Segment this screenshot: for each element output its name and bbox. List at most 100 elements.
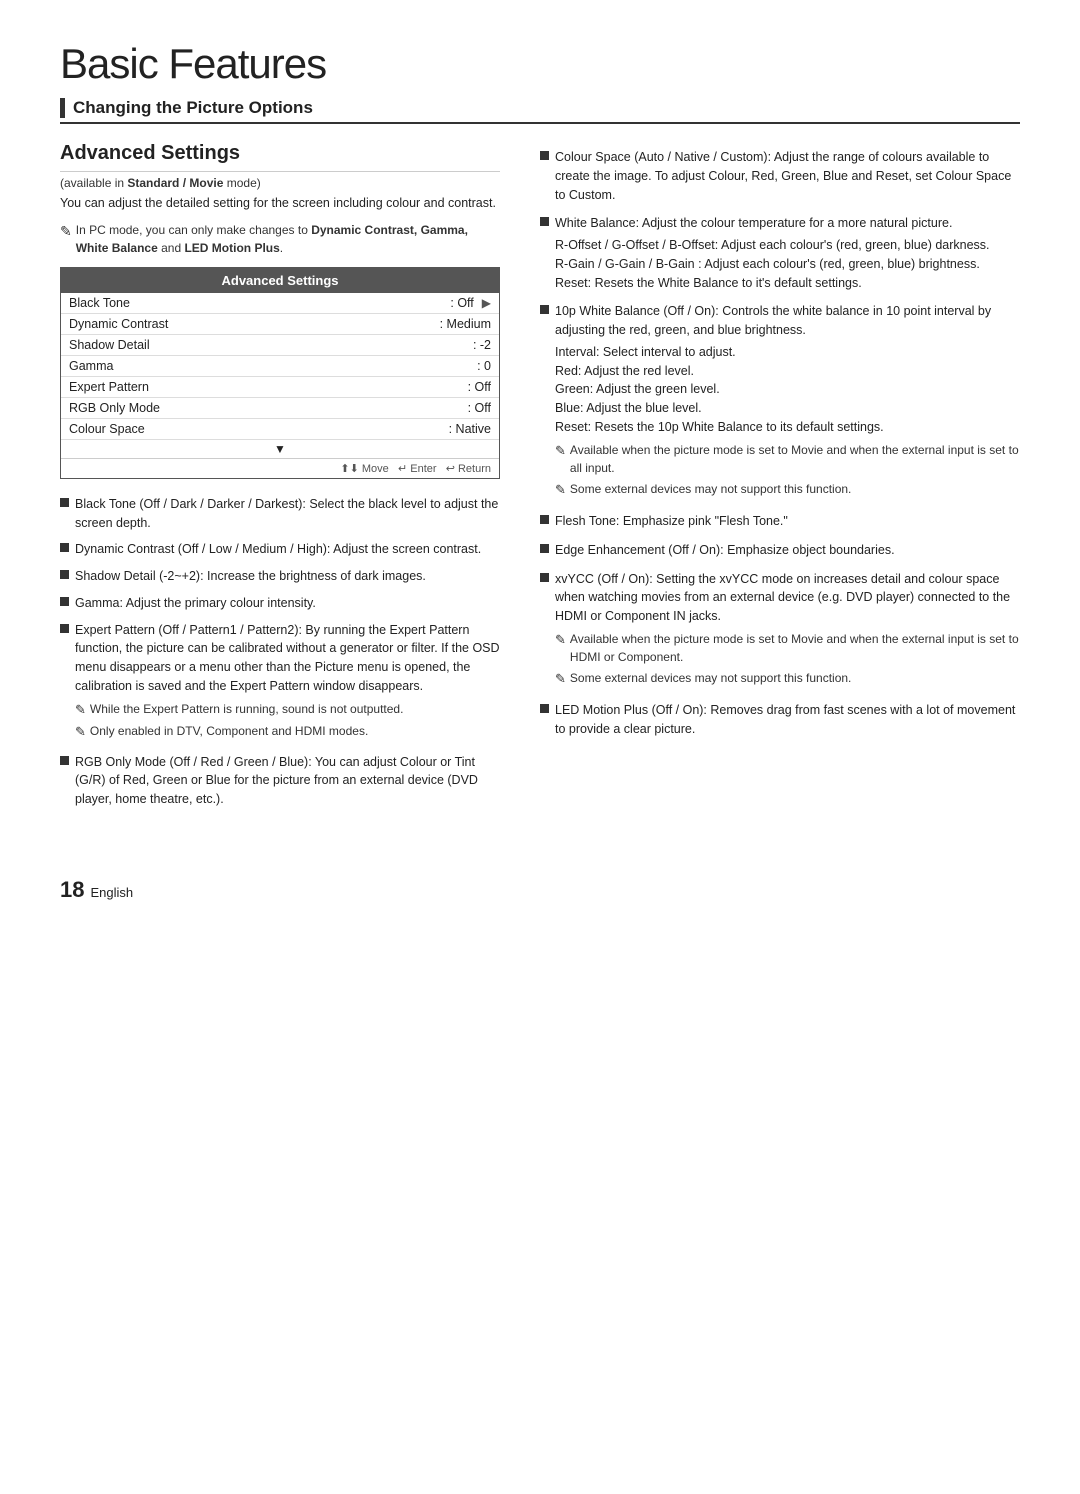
bullet-square (540, 305, 549, 314)
item-text: xvYCC (Off / On): Setting the xvYCC mode… (555, 570, 1020, 692)
list-item: RGB Only Mode (Off / Red / Green / Blue)… (60, 753, 500, 809)
sub-note-text: Available when the picture mode is set t… (570, 630, 1020, 666)
pencil-icon: ✎ (75, 722, 86, 742)
sub-note: ✎ While the Expert Pattern is running, s… (75, 700, 500, 720)
section-header-title: Changing the Picture Options (73, 98, 313, 118)
item-text: Black Tone (Off / Dark / Darker / Darkes… (75, 495, 500, 533)
list-item: White Balance: Adjust the colour tempera… (540, 214, 1020, 292)
row-label: Colour Space (69, 422, 145, 436)
item-text: LED Motion Plus (Off / On): Removes drag… (555, 701, 1020, 739)
list-item: Colour Space (Auto / Native / Custom): A… (540, 148, 1020, 204)
detail-text: Green: Adjust the green level. (555, 380, 1020, 399)
bullet-square (60, 597, 69, 606)
table-row: Shadow Detail : -2 (61, 335, 499, 356)
detail-text: R-Gain / G-Gain / B-Gain : Adjust each c… (555, 255, 1020, 274)
list-item: Shadow Detail (-2~+2): Increase the brig… (60, 567, 500, 586)
bullet-square (60, 756, 69, 765)
item-text: Dynamic Contrast (Off / Low / Medium / H… (75, 540, 500, 559)
intro-text: You can adjust the detailed setting for … (60, 194, 500, 213)
row-value-group: : Off (468, 380, 491, 394)
row-value-group: : -2 (473, 338, 491, 352)
sub-note: ✎ Only enabled in DTV, Component and HDM… (75, 722, 500, 742)
right-column: Colour Space (Auto / Native / Custom): A… (540, 142, 1020, 817)
page-language: English (90, 885, 133, 900)
sub-note-text: Some external devices may not support th… (570, 669, 851, 687)
bullet-square (540, 573, 549, 582)
bullet-square (540, 515, 549, 524)
table-row: Gamma : 0 (61, 356, 499, 377)
pencil-icon: ✎ (60, 221, 72, 242)
pencil-icon: ✎ (555, 669, 566, 689)
item-text: 10p White Balance (Off / On): Controls t… (555, 302, 1020, 502)
row-label: Black Tone (69, 296, 130, 310)
item-text: Gamma: Adjust the primary colour intensi… (75, 594, 500, 613)
row-label: Shadow Detail (69, 338, 150, 352)
row-label: Gamma (69, 359, 113, 373)
detail-text: Interval: Select interval to adjust. (555, 343, 1020, 362)
sub-note-text: Some external devices may not support th… (570, 480, 851, 498)
table-row: RGB Only Mode : Off (61, 398, 499, 419)
scroll-down-arrow: ▼ (61, 440, 499, 458)
row-value-group: : Off ▶ (450, 296, 491, 310)
row-value: : Off (468, 380, 491, 394)
bullet-square (60, 624, 69, 633)
row-value-group: : 0 (477, 359, 491, 373)
row-value-group: : Off (468, 401, 491, 415)
item-text: Shadow Detail (-2~+2): Increase the brig… (75, 567, 500, 586)
row-value: : Medium (440, 317, 491, 331)
item-text: Expert Pattern (Off / Pattern1 / Pattern… (75, 621, 500, 745)
table-row: Black Tone : Off ▶ (61, 293, 499, 314)
page-title: Basic Features (60, 40, 1020, 88)
row-value: : Off (468, 401, 491, 415)
bullet-square (540, 151, 549, 160)
list-item: Flesh Tone: Emphasize pink "Flesh Tone." (540, 512, 1020, 531)
list-item: Expert Pattern (Off / Pattern1 / Pattern… (60, 621, 500, 745)
list-item: xvYCC (Off / On): Setting the xvYCC mode… (540, 570, 1020, 692)
sub-note: ✎ Some external devices may not support … (555, 669, 1020, 689)
sub-note: ✎ Available when the picture mode is set… (555, 630, 1020, 666)
detail-text: Reset: Resets the White Balance to it's … (555, 274, 1020, 293)
detail-text: Blue: Adjust the blue level. (555, 399, 1020, 418)
bullet-square (60, 570, 69, 579)
pencil-icon: ✎ (555, 441, 566, 461)
list-item: Edge Enhancement (Off / On): Emphasize o… (540, 541, 1020, 560)
row-label: Dynamic Contrast (69, 317, 168, 331)
section-header: Changing the Picture Options (60, 98, 1020, 124)
list-item: Dynamic Contrast (Off / Low / Medium / H… (60, 540, 500, 559)
content-area: Advanced Settings (available in Standard… (60, 142, 1020, 817)
bullet-square (540, 544, 549, 553)
row-value-group: : Native (449, 422, 491, 436)
left-column: Advanced Settings (available in Standard… (60, 142, 500, 817)
list-item: Black Tone (Off / Dark / Darker / Darkes… (60, 495, 500, 533)
sub-note: ✎ Available when the picture mode is set… (555, 441, 1020, 477)
item-text: Colour Space (Auto / Native / Custom): A… (555, 148, 1020, 204)
pencil-icon: ✎ (75, 700, 86, 720)
detail-text: Red: Adjust the red level. (555, 362, 1020, 381)
list-item: Gamma: Adjust the primary colour intensi… (60, 594, 500, 613)
bullet-square (540, 217, 549, 226)
left-bullet-list: Black Tone (Off / Dark / Darker / Darkes… (60, 495, 500, 809)
table-row: Colour Space : Native (61, 419, 499, 440)
detail-text: Reset: Resets the 10p White Balance to i… (555, 418, 1020, 437)
pencil-icon: ✎ (555, 480, 566, 500)
row-value: : Off (450, 296, 473, 310)
bullet-square (540, 704, 549, 713)
sub-note: ✎ Some external devices may not support … (555, 480, 1020, 500)
bullet-square (60, 498, 69, 507)
advanced-settings-table: Advanced Settings Black Tone : Off ▶ Dyn… (60, 267, 500, 479)
item-text: Flesh Tone: Emphasize pink "Flesh Tone." (555, 512, 1020, 531)
available-note: (available in Standard / Movie mode) (60, 176, 500, 190)
sub-note-text: While the Expert Pattern is running, sou… (90, 700, 404, 718)
pc-note-text: In PC mode, you can only make changes to… (76, 221, 500, 257)
list-item: 10p White Balance (Off / On): Controls t… (540, 302, 1020, 502)
page-number: 18 (60, 877, 84, 903)
item-text: Edge Enhancement (Off / On): Emphasize o… (555, 541, 1020, 560)
item-text: RGB Only Mode (Off / Red / Green / Blue)… (75, 753, 500, 809)
row-value: : Native (449, 422, 491, 436)
table-row: Dynamic Contrast : Medium (61, 314, 499, 335)
sub-note-text: Only enabled in DTV, Component and HDMI … (90, 722, 368, 740)
right-bullet-list: Colour Space (Auto / Native / Custom): A… (540, 148, 1020, 739)
page-number-area: 18 English (60, 877, 1020, 903)
row-label: Expert Pattern (69, 380, 149, 394)
table-header: Advanced Settings (61, 268, 499, 293)
